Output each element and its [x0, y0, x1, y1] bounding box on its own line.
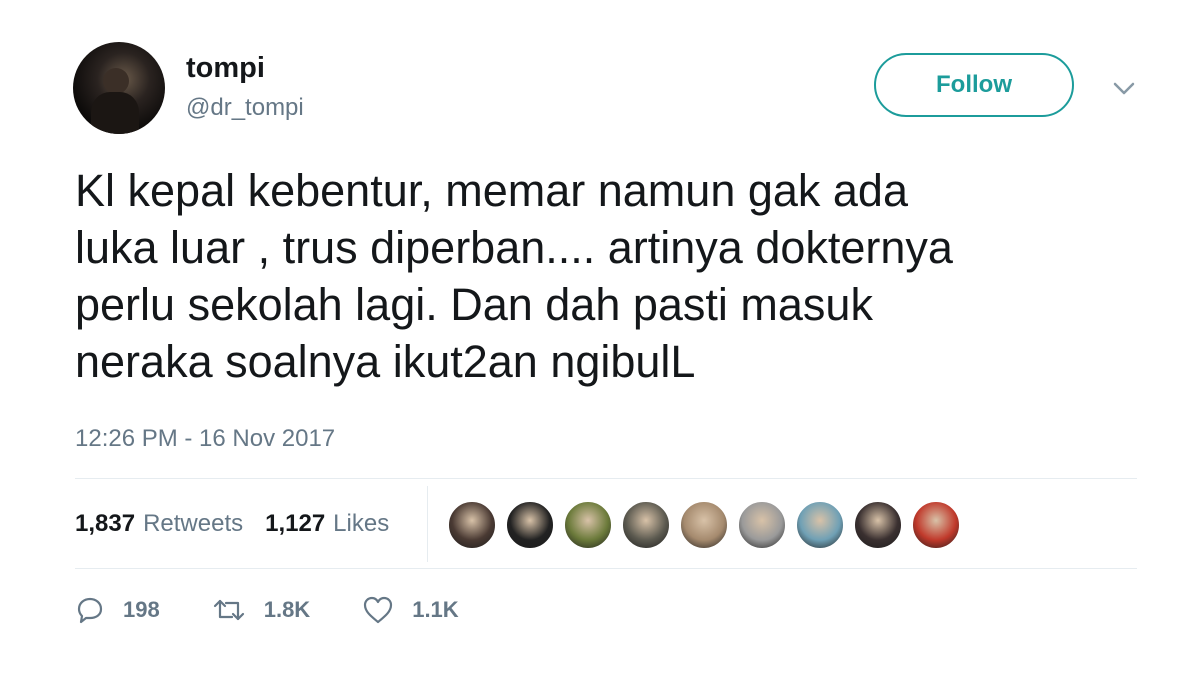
reply-icon [77, 597, 103, 624]
retweet-count: 1.8K [263, 597, 311, 622]
liker-avatar[interactable] [622, 501, 670, 549]
liker-avatar[interactable] [912, 501, 960, 549]
tweet-actions: 198 1.8K 1.1K [75, 595, 511, 625]
tweet-stats: 1,837 Retweets 1,127 Likes [75, 510, 411, 538]
like-count: 1.1K [412, 597, 459, 622]
liker-avatar[interactable] [738, 501, 786, 549]
tweet-text: Kl kepal kebentur, memar namun gak ada l… [75, 165, 953, 387]
avatar[interactable] [73, 42, 165, 134]
reply-action[interactable]: 198 [75, 595, 160, 625]
avatar-head [103, 68, 129, 94]
follow-button[interactable]: Follow [874, 53, 1074, 117]
retweet-icon [213, 599, 244, 621]
heart-icon [364, 596, 393, 624]
divider-top [75, 478, 1137, 479]
liker-avatars [448, 501, 970, 549]
chevron-down-icon[interactable] [1110, 74, 1138, 102]
liker-avatar[interactable] [448, 501, 496, 549]
user-name[interactable]: tompi [186, 52, 265, 85]
stats-divider [427, 486, 428, 562]
divider-bottom [75, 568, 1137, 569]
liker-avatar[interactable] [796, 501, 844, 549]
liker-avatar[interactable] [854, 501, 902, 549]
retweets-label: Retweets [143, 510, 244, 537]
tweet-timestamp[interactable]: 12:26 PM - 16 Nov 2017 [75, 425, 335, 453]
user-handle[interactable]: @dr_tompi [186, 94, 304, 122]
likes-count: 1,127 [265, 510, 326, 537]
retweets-count: 1,837 [75, 510, 136, 537]
reply-count: 198 [123, 597, 160, 622]
likes-label: Likes [333, 510, 390, 537]
like-action[interactable]: 1.1K [362, 595, 459, 625]
liker-avatar[interactable] [564, 501, 612, 549]
retweet-action[interactable]: 1.8K [212, 595, 310, 625]
liker-avatar[interactable] [506, 501, 554, 549]
retweets-stat[interactable]: 1,837 Retweets [75, 510, 243, 538]
liker-avatar[interactable] [680, 501, 728, 549]
avatar-body [91, 92, 139, 134]
likes-stat[interactable]: 1,127 Likes [265, 510, 389, 538]
